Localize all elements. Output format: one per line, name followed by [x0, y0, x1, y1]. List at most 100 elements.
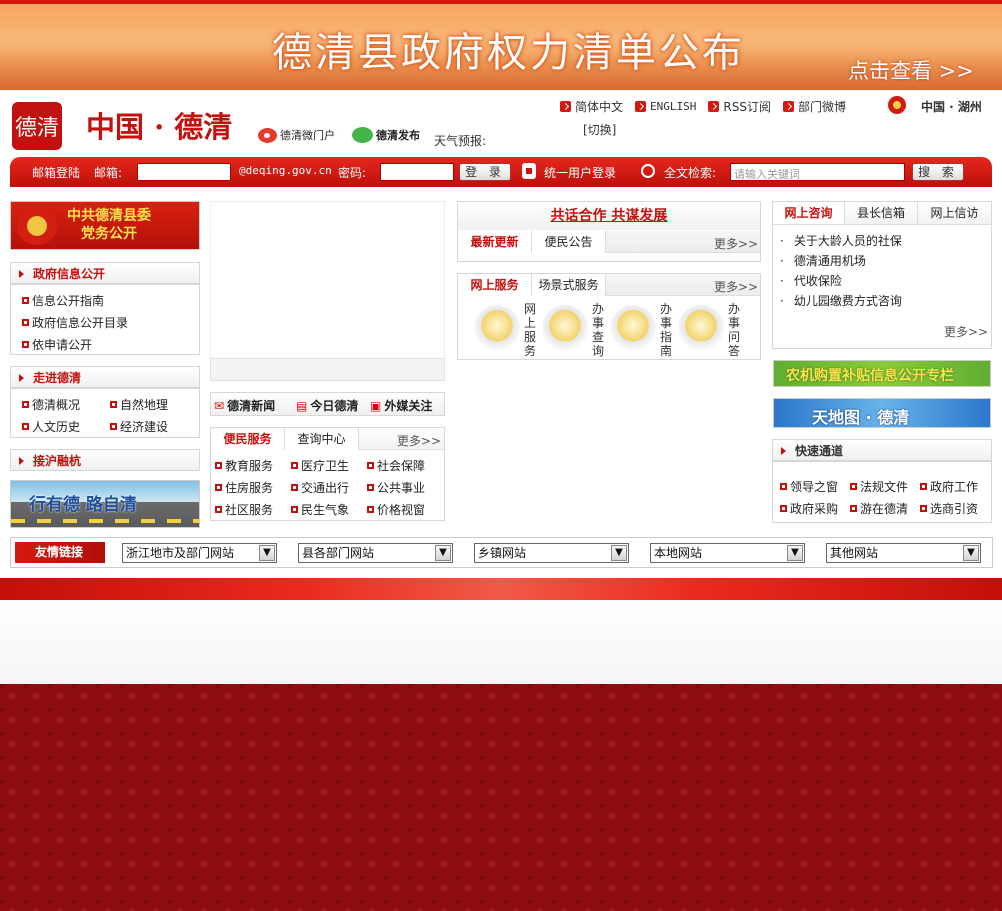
tab-scenario-service[interactable]: 场景式服务	[532, 274, 606, 296]
select-local-sites[interactable]: 本地网站 ▼	[650, 543, 805, 563]
tab-latest-update[interactable]: 最新更新	[458, 231, 532, 253]
consult-more-link[interactable]: 更多>>	[944, 323, 988, 340]
quick-access-title[interactable]: 快速通道	[772, 439, 992, 461]
gov-info-item[interactable]: 政府信息公开目录	[22, 314, 128, 331]
affairs-guide-label[interactable]: 办事指南	[659, 302, 673, 358]
select-town-sites[interactable]: 乡镇网站 ▼	[474, 543, 629, 563]
bullet-icon	[850, 505, 857, 512]
tab-convenience-service[interactable]: 便民服务	[211, 428, 285, 450]
bullet-icon	[22, 319, 29, 326]
select-other-sites[interactable]: 其他网站 ▼	[826, 543, 981, 563]
affairs-qa-label[interactable]: 办事问答	[727, 302, 741, 358]
tab-today-deqing[interactable]: ▤ 今日德清	[296, 397, 358, 414]
consult-item[interactable]: · 德清通用机场	[780, 252, 866, 269]
switch-link[interactable]: [切换]	[583, 121, 616, 138]
affairs-guide-icon[interactable]	[610, 305, 656, 351]
road-banner[interactable]: 行有德 路自清	[10, 480, 200, 528]
online-service-more-link[interactable]: 更多>>	[714, 278, 758, 295]
tab-foreign-media[interactable]: ▣ 外媒关注	[370, 397, 432, 414]
item-label: 政府工作	[930, 480, 979, 494]
friend-links-label: 友情链接	[15, 542, 105, 563]
weibo-label: 德清微门户	[280, 129, 335, 142]
deqing-intro-item[interactable]: 经济建设	[110, 418, 168, 435]
bullet-icon	[920, 505, 927, 512]
deqing-intro-item[interactable]: 人文历史	[22, 418, 80, 435]
service-item[interactable]: 社会保障	[367, 457, 425, 474]
agri-subsidy-banner[interactable]: 农机购置补贴信息公开专栏	[773, 360, 991, 387]
consult-item[interactable]: · 代收保险	[780, 272, 842, 289]
tianditu-banner[interactable]: 天地图 · 德清	[773, 398, 991, 428]
quick-item[interactable]: 法规文件	[850, 478, 908, 495]
convenience-more-link[interactable]: 更多>>	[397, 432, 441, 449]
search-input[interactable]: 请输入关键词	[730, 163, 905, 181]
password-input[interactable]	[380, 163, 454, 181]
quick-item[interactable]: 领导之窗	[780, 478, 838, 495]
affairs-query-icon[interactable]	[542, 305, 588, 351]
affairs-qa-icon[interactable]	[678, 305, 724, 351]
online-service-icon[interactable]	[474, 305, 520, 351]
update-more-link[interactable]: 更多>>	[714, 235, 758, 252]
service-item[interactable]: 交通出行	[291, 479, 349, 496]
service-item[interactable]: 教育服务	[215, 457, 273, 474]
site-logo[interactable]: 德清	[12, 102, 62, 150]
item-label: 德清通用机场	[793, 254, 866, 268]
item-label: 关于大龄人员的社保	[793, 234, 902, 248]
quick-item[interactable]: 选商引资	[920, 500, 978, 517]
footer-red-bar	[0, 578, 1002, 600]
service-item[interactable]: 社区服务	[215, 501, 273, 518]
deqing-intro-item[interactable]: 自然地理	[110, 396, 168, 413]
link-dept-weibo[interactable]: 部门微博	[782, 98, 846, 115]
service-item[interactable]: 民生气象	[291, 501, 349, 518]
banner-top-line	[0, 0, 1002, 4]
bullet-icon	[215, 484, 222, 491]
deqing-intro-title[interactable]: 走进德清	[10, 366, 200, 388]
tab-mayor-mailbox[interactable]: 县长信箱	[845, 202, 918, 224]
service-item[interactable]: 住房服务	[215, 479, 273, 496]
quick-item[interactable]: 游在德清	[850, 500, 908, 517]
service-item[interactable]: 价格视窗	[367, 501, 425, 518]
news-image-slider[interactable]	[210, 201, 445, 381]
tab-online-consult[interactable]: 网上咨询	[773, 202, 845, 224]
top-banner[interactable]: 德清县政府权力清单公布 点击查看 >>	[0, 0, 1002, 90]
link-english[interactable]: ENGLISH	[635, 98, 696, 115]
item-label: 德清概况	[32, 398, 81, 412]
gov-info-item[interactable]: 依申请公开	[22, 336, 92, 353]
gov-info-item[interactable]: 信息公开指南	[22, 292, 104, 309]
online-service-label[interactable]: 网上服务	[523, 302, 537, 358]
tab-online-petition[interactable]: 网上信访	[918, 202, 991, 224]
bullet-icon	[780, 483, 787, 490]
consult-item[interactable]: · 幼儿园缴费方式咨询	[780, 292, 902, 309]
shanghai-hangzhou-title[interactable]: 接沪融杭	[10, 449, 200, 471]
quick-item[interactable]: 政府工作	[920, 478, 978, 495]
arrow-icon	[635, 101, 647, 112]
tab-public-notice[interactable]: 便民公告	[532, 231, 606, 253]
link-rss[interactable]: RSS订阅	[708, 98, 771, 115]
quick-item[interactable]: 政府采购	[780, 500, 838, 517]
unified-login-link[interactable]: 统一用户登录	[544, 164, 616, 181]
item-label: 依申请公开	[32, 338, 93, 352]
select-county-dept-sites[interactable]: 县各部门网站 ▼	[298, 543, 453, 563]
login-button[interactable]: 登 录	[459, 163, 511, 181]
tab-deqing-news[interactable]: ✉ 德清新闻	[214, 397, 275, 414]
consult-item[interactable]: · 关于大龄人员的社保	[780, 232, 902, 249]
tab-online-service[interactable]: 网上服务	[458, 274, 532, 296]
wechat-link[interactable]: 德清发布	[352, 127, 420, 143]
service-item[interactable]: 医疗卫生	[291, 457, 349, 474]
banner-view-more-link[interactable]: 点击查看 >>	[848, 55, 974, 85]
affairs-query-label[interactable]: 办事查询	[591, 302, 605, 358]
link-simplified-chinese[interactable]: 简体中文	[560, 98, 623, 115]
lock-icon	[522, 163, 536, 179]
slogan-link[interactable]: 共话合作 共谋发展	[458, 202, 760, 230]
mailbox-input[interactable]	[137, 163, 231, 181]
deqing-intro-item[interactable]: 德清概况	[22, 396, 80, 413]
weibo-link[interactable]: 德清微门户	[258, 127, 335, 143]
chevron-down-icon: ▼	[611, 545, 627, 561]
gov-info-title[interactable]: 政府信息公开	[10, 262, 200, 284]
weather-label: 天气预报:	[434, 134, 487, 148]
service-item[interactable]: 公共事业	[367, 479, 425, 496]
tab-query-center[interactable]: 查询中心	[285, 428, 359, 450]
party-affairs-banner[interactable]: 中共德清县委 党务公开	[10, 201, 200, 250]
search-button[interactable]: 搜 索	[912, 163, 964, 181]
chevron-down-icon: ▼	[787, 545, 803, 561]
select-zhejiang-sites[interactable]: 浙江地市及部门网站 ▼	[122, 543, 277, 563]
